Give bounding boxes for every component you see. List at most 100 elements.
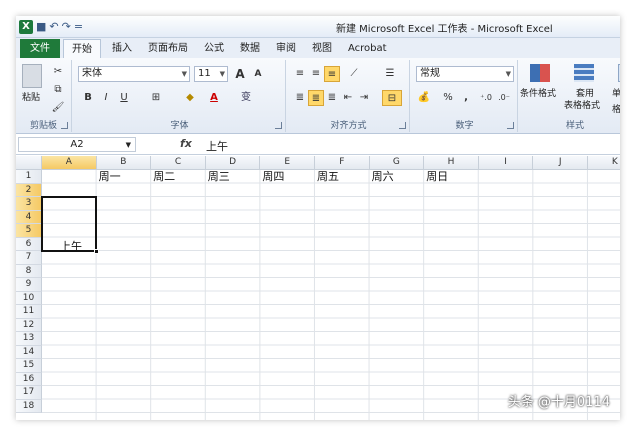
column-header-j[interactable]: J [533, 156, 588, 170]
table-format-label-2[interactable]: 表格格式 [564, 98, 600, 114]
column-header-f[interactable]: F [315, 156, 370, 170]
cell-f1[interactable]: 周五 [317, 170, 339, 183]
wrap-text-icon[interactable]: ☰ [382, 66, 398, 82]
fill-color-icon[interactable]: ◆ [182, 90, 198, 106]
column-header-i[interactable]: I [478, 156, 534, 170]
cell-b1[interactable]: 周一 [99, 170, 121, 183]
column-header-k[interactable]: K [588, 156, 620, 170]
row-header-6[interactable]: 6 [16, 237, 42, 251]
formula-input[interactable]: 上午 [206, 138, 228, 154]
row-header-15[interactable]: 15 [16, 359, 42, 373]
fill-handle[interactable] [94, 249, 99, 254]
orientation-icon[interactable]: ⟋ [346, 66, 362, 82]
tab-review[interactable]: 审阅 [268, 39, 304, 58]
paste-button[interactable]: 粘贴 [22, 90, 40, 106]
border-icon[interactable]: ⊞ [148, 90, 164, 106]
row-header-12[interactable]: 12 [16, 318, 42, 332]
column-header-b[interactable]: B [96, 156, 152, 170]
grow-font-button[interactable]: A [232, 66, 248, 82]
redo-icon[interactable]: ↷ [62, 19, 71, 35]
column-header-a[interactable]: A [42, 156, 97, 170]
shrink-font-button[interactable]: A [250, 66, 266, 82]
tab-data[interactable]: 数据 [232, 39, 268, 58]
decrease-decimal-icon[interactable]: .0⁻ [496, 90, 512, 106]
copy-icon[interactable]: ⧉ [50, 82, 66, 98]
column-header-g[interactable]: G [369, 156, 425, 170]
phonetic-button[interactable]: 变 [238, 90, 254, 106]
selection-box [41, 196, 97, 252]
clipboard-launcher-icon[interactable] [61, 122, 68, 129]
underline-button[interactable]: U [116, 90, 132, 106]
font-size-select[interactable]: 11 ▼ [194, 66, 228, 82]
column-header-e[interactable]: E [260, 156, 315, 170]
row-header-1[interactable]: 1 [16, 170, 42, 184]
cell-d1[interactable]: 周三 [208, 170, 230, 183]
currency-icon[interactable]: 💰 [416, 90, 432, 106]
font-launcher-icon[interactable] [275, 122, 282, 129]
row-header-8[interactable]: 8 [16, 264, 42, 278]
cell-area[interactable] [42, 170, 620, 420]
align-center-icon[interactable]: ≣ [308, 90, 324, 106]
undo-icon[interactable]: ↶ [49, 19, 58, 35]
increase-decimal-icon[interactable]: ⁺.0 [478, 90, 494, 106]
number-format-select[interactable]: 常规 ▼ [416, 66, 514, 82]
tab-page-layout[interactable]: 页面布局 [140, 39, 196, 58]
cell-h1[interactable]: 周日 [426, 170, 448, 183]
align-left-icon[interactable]: ≣ [292, 90, 308, 106]
comma-button[interactable]: , [458, 90, 474, 106]
column-header-d[interactable]: D [205, 156, 261, 170]
row-header-16[interactable]: 16 [16, 372, 42, 386]
worksheet-grid[interactable]: ABCDEFGHIJK 1 2 3 4 5 6 7 8 9 10 11 12 13 14 15 16 17 18 … [16, 156, 620, 420]
align-bottom-icon[interactable]: ≡ [324, 66, 340, 82]
decrease-indent-icon[interactable]: ⇤ [340, 90, 356, 106]
cell-styles-icon[interactable] [618, 64, 620, 82]
row-header-5[interactable]: 5 [16, 224, 42, 238]
name-box[interactable]: A2 ▼ [18, 137, 136, 152]
alignment-launcher-icon[interactable] [399, 122, 406, 129]
conditional-format-button[interactable]: 条件格式 [520, 86, 556, 102]
customize-toolbar-icon[interactable]: = [74, 19, 83, 35]
tab-acrobat[interactable]: Acrobat [340, 39, 395, 58]
tab-insert[interactable]: 插入 [104, 39, 140, 58]
font-name-select[interactable]: 宋体 ▼ [78, 66, 190, 82]
font-color-icon[interactable]: A [206, 90, 222, 106]
bold-button[interactable]: B [80, 90, 96, 106]
row-header-3[interactable]: 3 [16, 197, 42, 211]
table-format-icon[interactable] [574, 64, 594, 82]
row-header-13[interactable]: 13 [16, 332, 42, 346]
cell-styles-button[interactable]: 单元格 [612, 86, 620, 118]
paste-icon[interactable] [22, 64, 42, 88]
row-header-14[interactable]: 14 [16, 345, 42, 359]
row-header-7[interactable]: 7 [16, 251, 42, 265]
cut-icon[interactable]: ✂ [50, 64, 66, 80]
select-all-corner[interactable] [16, 156, 42, 170]
align-top-icon[interactable]: ≡ [292, 66, 308, 82]
save-icon[interactable]: ■ [36, 19, 46, 35]
tab-formulas[interactable]: 公式 [196, 39, 232, 58]
increase-indent-icon[interactable]: ⇥ [356, 90, 372, 106]
row-header-18[interactable]: 18 [16, 399, 42, 413]
row-header-11[interactable]: 11 [16, 305, 42, 319]
merge-center-icon[interactable]: ⊟ [382, 90, 402, 106]
cell-c1[interactable]: 周二 [153, 170, 175, 183]
format-painter-icon[interactable]: 🖌 [50, 100, 66, 116]
tab-file[interactable]: 文件 [20, 39, 60, 58]
italic-button[interactable]: I [98, 90, 114, 106]
cell-g1[interactable]: 周六 [372, 170, 394, 183]
insert-function-icon[interactable]: fx [180, 137, 192, 150]
conditional-format-icon[interactable] [530, 64, 550, 82]
row-header-2[interactable]: 2 [16, 183, 42, 197]
row-header-9[interactable]: 9 [16, 278, 42, 292]
align-middle-icon[interactable]: ≡ [308, 66, 324, 82]
number-launcher-icon[interactable] [507, 122, 514, 129]
column-header-c[interactable]: C [151, 156, 206, 170]
row-header-17[interactable]: 17 [16, 386, 42, 400]
align-right-icon[interactable]: ≣ [324, 90, 340, 106]
row-header-4[interactable]: 4 [16, 210, 42, 224]
column-header-h[interactable]: H [424, 156, 479, 170]
tab-home[interactable]: 开始 [63, 39, 101, 58]
cell-e1[interactable]: 周四 [262, 170, 284, 183]
row-header-10[interactable]: 10 [16, 291, 42, 305]
tab-view[interactable]: 视图 [304, 39, 340, 58]
percent-button[interactable]: % [440, 90, 456, 106]
